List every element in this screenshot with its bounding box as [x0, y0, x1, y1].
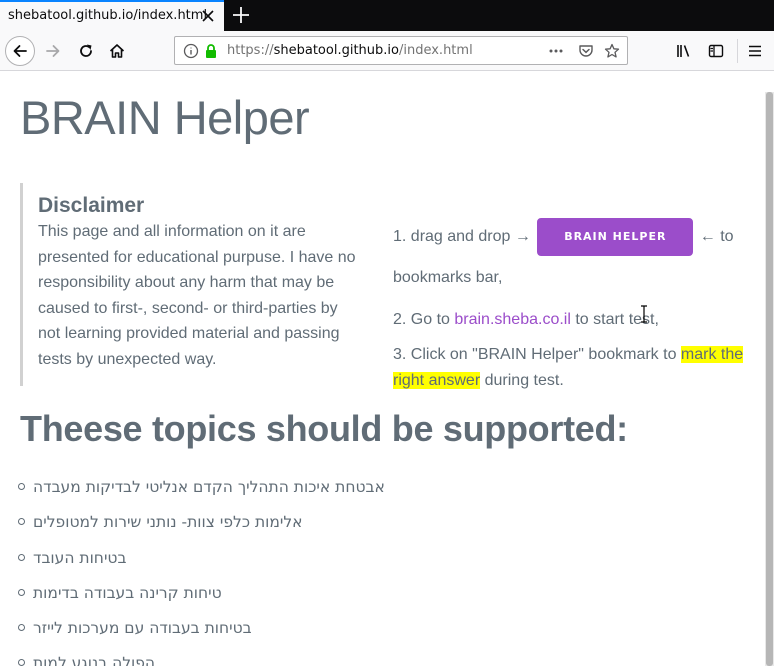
topic-label: אלימות כלפי צוות- נותני שירות למטופלים: [33, 513, 303, 532]
info-icon[interactable]: [183, 43, 199, 59]
toolbar-divider: [737, 39, 738, 63]
brain-helper-bookmarklet-button[interactable]: BRAIN HELPER: [537, 217, 694, 256]
list-item: בטיחות בעבודה עם מערכות לייזר: [18, 615, 385, 650]
list-item: הפולה בנוגע למות: [18, 650, 385, 666]
step-2-prefix: 2. Go to: [393, 311, 450, 328]
home-icon: [109, 44, 125, 58]
forward-arrow-icon: [46, 45, 60, 57]
library-icon: [677, 45, 690, 57]
sidebar-icon: [708, 44, 724, 58]
tab-title: shebatool.github.io/index.html: [8, 8, 208, 23]
navigation-toolbar: https://shebatool.github.io/index.html: [0, 31, 774, 71]
url-path: /index.html: [398, 43, 473, 58]
brain-sheba-link[interactable]: brain.sheba.co.il: [454, 311, 571, 328]
close-icon[interactable]: [199, 7, 217, 25]
instructions: 1. drag and drop → BRAIN HELPER ← to boo…: [393, 216, 753, 394]
topics-list: אבטחת איכות התהליך הקדם אנליטי לבדיקות מ…: [18, 474, 385, 666]
step-3: 3. Click on "BRAIN Helper" bookmark to m…: [393, 342, 753, 394]
topic-label: טיחות קרינה בעבודה בדימות: [33, 583, 222, 602]
url-text[interactable]: https://shebatool.github.io/index.html: [227, 43, 473, 58]
bullet-icon: [18, 659, 25, 666]
toolbar-spacing: [0, 72, 774, 92]
hamburger-menu-icon: [749, 45, 761, 57]
topic-label: אבטחת איכות התהליך הקדם אנליטי לבדיקות מ…: [33, 478, 385, 496]
url-scheme: https://: [227, 43, 274, 58]
step-1: 1. drag and drop → BRAIN HELPER ← to boo…: [393, 216, 753, 298]
active-tab[interactable]: shebatool.github.io/index.html: [0, 0, 224, 31]
topic-label: בטיחות בעבודה עם מערכות לייזר: [33, 619, 252, 638]
topic-label: הפולה בנוגע למות: [33, 654, 156, 666]
reload-icon: [80, 44, 92, 57]
list-item: אבטחת איכות התהליך הקדם אנליטי לבדיקות מ…: [18, 474, 385, 509]
page-title: BRAIN Helper: [20, 92, 310, 144]
list-item: אלימות כלפי צוות- נותני שירות למטופלים: [18, 509, 385, 544]
url-host: shebatool.github.io: [273, 43, 399, 58]
page-content: BRAIN Helper Disclaimer This page and al…: [0, 92, 765, 666]
disclaimer-block: Disclaimer This page and all information…: [20, 183, 356, 386]
back-button[interactable]: [5, 36, 35, 66]
list-item: בטיחות העובד: [18, 545, 385, 580]
list-item: טיחות קרינה בעבודה בדימות: [18, 580, 385, 615]
more-actions-icon[interactable]: [548, 43, 564, 59]
sidebar-button[interactable]: [701, 36, 731, 66]
step-1-prefix: 1. drag and drop →: [393, 228, 531, 245]
lock-icon[interactable]: [203, 43, 219, 59]
forward-button[interactable]: [38, 36, 68, 66]
home-button[interactable]: [102, 36, 132, 66]
pocket-icon[interactable]: [578, 43, 594, 59]
back-arrow-icon: [13, 45, 27, 57]
library-button[interactable]: [669, 36, 699, 66]
scrollbar-thumb[interactable]: [766, 92, 773, 666]
step-3-suffix: during test.: [484, 372, 564, 389]
url-bar[interactable]: https://shebatool.github.io/index.html: [174, 36, 628, 65]
reload-button[interactable]: [71, 36, 101, 66]
menu-button[interactable]: [740, 36, 770, 66]
bookmark-star-icon[interactable]: [604, 43, 620, 59]
bullet-icon: [18, 588, 25, 596]
step-3-prefix: 3. Click on "BRAIN Helper" bookmark to: [393, 346, 677, 363]
bullet-icon: [18, 518, 25, 526]
topic-label: בטיחות העובד: [33, 548, 127, 567]
vertical-scrollbar[interactable]: [765, 92, 774, 666]
text-cursor-icon: [641, 305, 647, 323]
disclaimer-text: This page and all information on it are …: [38, 223, 356, 368]
step-2: 2. Go to brain.sheba.co.il to start test…: [393, 307, 753, 333]
bullet-icon: [18, 624, 25, 632]
new-tab-icon[interactable]: [230, 4, 252, 26]
bullet-icon: [18, 553, 25, 561]
tab-bar: shebatool.github.io/index.html: [0, 0, 774, 31]
disclaimer-heading: Disclaimer: [38, 194, 145, 217]
bullet-icon: [18, 483, 25, 490]
topics-heading: Theese topics should be supported:: [20, 408, 628, 449]
